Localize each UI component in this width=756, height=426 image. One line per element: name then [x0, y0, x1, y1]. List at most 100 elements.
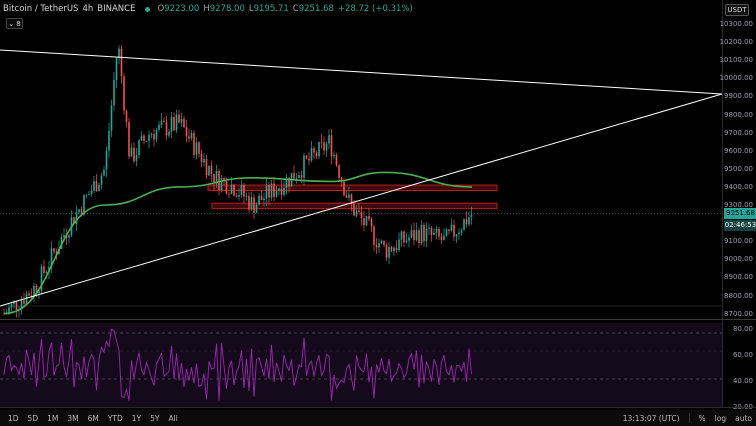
candle-body: [68, 235, 70, 238]
auto-toggle[interactable]: auto: [735, 414, 752, 423]
candle-body: [365, 215, 368, 226]
candle-body: [203, 158, 205, 163]
range-button-all[interactable]: All: [169, 414, 178, 423]
candle-body: [330, 135, 333, 157]
candle-body: [333, 154, 335, 157]
candle-body: [390, 247, 393, 252]
candle-body: [275, 191, 278, 197]
candle-body: [348, 194, 350, 198]
candle-body: [465, 219, 468, 225]
candle-body: [385, 245, 388, 258]
candle-body: [418, 230, 420, 243]
range-button-6m[interactable]: 6M: [88, 414, 99, 423]
candle-body: [195, 142, 198, 156]
price-tick-label: 10300.00: [719, 20, 753, 28]
candle-body: [223, 177, 225, 180]
range-button-1m[interactable]: 1M: [47, 414, 58, 423]
candle-body: [360, 212, 363, 219]
candle-body: [153, 134, 155, 140]
clock-label[interactable]: 13:13:07 (UTC): [623, 414, 680, 423]
candle-body: [138, 140, 140, 156]
candle-body: [238, 194, 240, 197]
range-button-1d[interactable]: 1D: [8, 414, 19, 423]
price-tick-label: 9600.00: [724, 146, 753, 155]
descending-trendline: [0, 49, 722, 95]
candle-body: [468, 217, 470, 225]
candle-body: [345, 195, 348, 198]
range-button-5d[interactable]: 5D: [28, 414, 39, 423]
candle-body: [228, 193, 230, 195]
candle-body: [395, 247, 398, 251]
candle-body: [428, 227, 430, 229]
price-tick-label: 8800.00: [724, 291, 753, 300]
price-tick-label: 10200.00: [719, 38, 753, 47]
candle-body: [63, 235, 65, 238]
candle-body: [343, 181, 345, 196]
candle-body: [453, 224, 455, 237]
rsi-pane-background: [0, 323, 722, 407]
candle-body: [148, 134, 150, 142]
log-toggle[interactable]: log: [715, 414, 726, 423]
candle-body: [355, 210, 358, 216]
candle-body: [200, 153, 203, 163]
candle-body: [258, 195, 260, 205]
candle-body: [163, 120, 165, 122]
bottom-toolbar: 1D 5D 1M 3M 6M YTD 1Y 5Y All 13:13:07 (UTC) % lo…: [0, 410, 756, 426]
candle-body: [95, 181, 98, 192]
candle-body: [293, 173, 295, 179]
range-button-ytd[interactable]: YTD: [108, 414, 123, 423]
candle-body: [455, 234, 458, 237]
candle-body: [248, 195, 250, 210]
candle-body: [183, 118, 185, 128]
candle-body: [85, 194, 88, 196]
candle-body: [305, 155, 308, 159]
candle-body: [448, 229, 450, 231]
percent-toggle[interactable]: %: [699, 414, 706, 423]
candle-body: [120, 48, 123, 77]
candle-body: [170, 116, 173, 132]
candle-body: [388, 247, 390, 258]
candle-body: [140, 135, 143, 141]
price-chart[interactable]: [0, 0, 722, 407]
candle-body: [230, 184, 233, 194]
candle-body: [380, 240, 383, 244]
price-tick-label: 8700.00: [724, 309, 753, 318]
candle-body: [435, 228, 438, 233]
candle-body: [283, 187, 285, 195]
candle-body: [273, 183, 275, 197]
candle-body: [415, 230, 418, 241]
candle-body: [118, 48, 120, 59]
candle-body: [383, 240, 385, 246]
candle-body: [130, 147, 133, 157]
candle-body: [378, 243, 380, 248]
range-button-5y[interactable]: 5Y: [150, 414, 159, 423]
pane-divider[interactable]: [0, 319, 756, 320]
candle-body: [363, 218, 365, 226]
price-tick-label: 9000.00: [724, 255, 753, 264]
price-tick-label: 9400.00: [724, 182, 753, 191]
candle-body: [400, 231, 403, 240]
currency-button[interactable]: USDT: [725, 4, 749, 16]
price-axis[interactable]: 10300.00 10200.00 10100.00 10000.00 9900.00 9…: [719, 0, 756, 411]
candle-body: [325, 143, 328, 151]
range-button-1y[interactable]: 1Y: [132, 414, 141, 423]
price-tick-label: 9900.00: [724, 92, 753, 101]
candle-body: [393, 247, 395, 252]
candle-body: [398, 239, 400, 251]
last-price-tag: 9251.68: [724, 207, 756, 219]
candle-body: [408, 237, 410, 241]
candle-body: [178, 114, 180, 123]
candle-body: [375, 244, 378, 248]
candle-body: [433, 232, 435, 235]
range-button-3m[interactable]: 3M: [67, 414, 78, 423]
candle-body: [405, 240, 408, 243]
candle-body: [100, 175, 103, 185]
price-tick-label: 9100.00: [724, 237, 753, 246]
bar-countdown-tag: 02:46:53: [724, 219, 756, 231]
candle-body: [318, 141, 320, 157]
candle-body: [265, 184, 268, 199]
candle-body: [280, 188, 283, 195]
candle-body: [143, 135, 145, 142]
candle-body: [135, 155, 138, 162]
candle-body: [205, 158, 208, 176]
